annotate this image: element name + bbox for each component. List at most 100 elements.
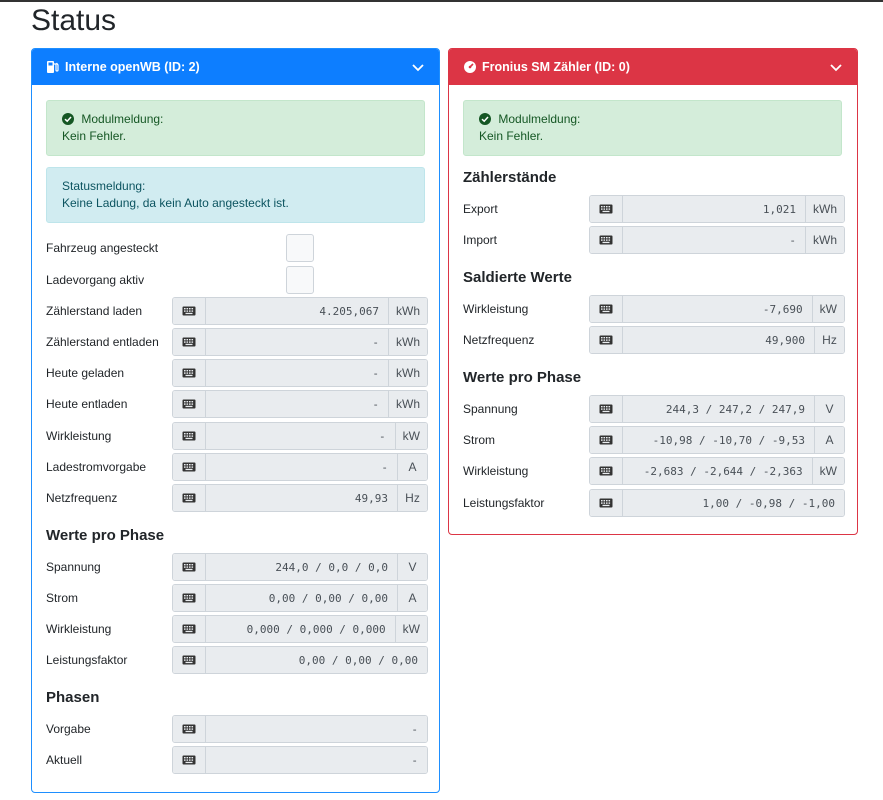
keyboard-icon bbox=[173, 360, 206, 386]
field-label: Aktuell bbox=[46, 753, 83, 767]
field-value: -2,683 / -2,644 / -2,363 bbox=[623, 458, 812, 484]
strom-field: -10,98 / -10,70 / -9,53 A bbox=[589, 426, 845, 454]
field-label: Wirkleistung bbox=[46, 622, 112, 636]
keyboard-icon bbox=[590, 196, 623, 222]
field-label: Ladevorgang aktiv bbox=[46, 273, 145, 287]
field-unit: kWh bbox=[388, 298, 427, 324]
row-vorgabe: Vorgabe bbox=[46, 715, 171, 743]
alert-text: Kein Fehler. bbox=[62, 129, 127, 143]
field-unit: A bbox=[397, 454, 427, 480]
field-value: 4.205,067 bbox=[206, 298, 388, 324]
row-leistungsfaktor: Leistungsfaktor bbox=[463, 489, 588, 517]
ladestromvorgabe-field: -A bbox=[172, 453, 428, 481]
netzfrequenz-field: 49,900 Hz bbox=[589, 326, 845, 354]
keyboard-icon bbox=[173, 747, 206, 773]
keyboard-icon bbox=[173, 454, 206, 480]
export-field: 1,021 kWh bbox=[589, 195, 845, 223]
strom-field: 0,00 / 0,00 / 0,00 A bbox=[172, 584, 428, 612]
field-value: - bbox=[206, 747, 427, 773]
keyboard-icon bbox=[173, 716, 206, 742]
section-heading-saldierte-werte: Saldierte Werte bbox=[463, 269, 572, 286]
keyboard-icon bbox=[590, 296, 623, 322]
row-export: Export bbox=[463, 195, 588, 223]
keyboard-icon bbox=[590, 490, 623, 516]
field-value: 1,00 / -0,98 / -1,00 bbox=[623, 490, 844, 516]
field-label: Spannung bbox=[463, 402, 518, 416]
row-strom: Strom bbox=[46, 584, 171, 612]
keyboard-icon bbox=[590, 427, 623, 453]
row-netzfrequenz: Netzfrequenz bbox=[46, 484, 171, 512]
chevron-down-icon[interactable] bbox=[829, 60, 843, 74]
field-unit: kWh bbox=[388, 329, 427, 355]
field-label: Strom bbox=[46, 591, 79, 605]
keyboard-icon bbox=[173, 585, 206, 611]
alert-modulmeldung: Modulmeldung: Kein Fehler. bbox=[463, 100, 842, 156]
ladevorgang-aktiv-checkbox[interactable] bbox=[286, 266, 314, 294]
row-ladestromvorgabe: Ladestromvorgabe bbox=[46, 453, 171, 481]
field-value: - bbox=[206, 423, 395, 449]
zaehlerstand-entladen-field: - kWh bbox=[172, 328, 428, 356]
fahrzeug-angesteckt-checkbox[interactable] bbox=[286, 234, 314, 262]
netzfrequenz-field: 49,93 Hz bbox=[172, 484, 428, 512]
field-label: Strom bbox=[463, 433, 496, 447]
row-zaehlerstand-entladen: Zählerstand entladen bbox=[46, 328, 171, 356]
chevron-down-icon[interactable] bbox=[411, 60, 425, 74]
keyboard-icon bbox=[173, 423, 206, 449]
field-value: - bbox=[206, 391, 388, 417]
field-label: Ladestromvorgabe bbox=[46, 460, 147, 474]
row-ladevorgang-aktiv: Ladevorgang aktiv bbox=[46, 266, 171, 294]
keyboard-icon bbox=[590, 327, 623, 353]
keyboard-icon bbox=[173, 485, 206, 511]
field-unit: kW bbox=[394, 616, 427, 642]
field-label: Zählerstand entladen bbox=[46, 335, 159, 349]
field-label: Heute geladen bbox=[46, 366, 125, 380]
field-label: Vorgabe bbox=[46, 722, 91, 736]
card-header-fronius[interactable]: Fronius SM Zähler (ID: 0) bbox=[449, 49, 857, 85]
field-label: Wirkleistung bbox=[463, 464, 529, 478]
field-unit: Hz bbox=[397, 485, 427, 511]
field-label: Wirkleistung bbox=[463, 302, 529, 316]
check-circle-icon bbox=[62, 113, 74, 125]
page-title: Status bbox=[31, 4, 117, 37]
row-wirkleistung-phase: Wirkleistung bbox=[463, 457, 588, 485]
row-heute-entladen: Heute entladen bbox=[46, 390, 171, 418]
row-spannung: Spannung bbox=[46, 553, 171, 581]
field-value: 1,021 bbox=[623, 196, 805, 222]
field-value: -10,98 / -10,70 / -9,53 bbox=[623, 427, 814, 453]
card-title: Interne openWB (ID: 2) bbox=[65, 60, 200, 74]
keyboard-icon bbox=[173, 616, 206, 642]
heute-entladen-field: - kWh bbox=[172, 390, 428, 418]
field-value: 244,3 / 247,2 / 247,9 bbox=[623, 396, 814, 422]
field-value: 0,00 / 0,00 / 0,00 bbox=[206, 585, 397, 611]
field-unit: kW bbox=[394, 423, 427, 449]
field-label: Export bbox=[463, 202, 498, 216]
spannung-field: 244,3 / 247,2 / 247,9 V bbox=[589, 395, 845, 423]
field-label: Fahrzeug angesteckt bbox=[46, 241, 159, 255]
field-label: Leistungsfaktor bbox=[463, 496, 545, 510]
field-value: 244,0 / 0,0 / 0,0 bbox=[206, 554, 397, 580]
field-unit: V bbox=[397, 554, 427, 580]
field-label: Import bbox=[463, 233, 498, 247]
card-title: Fronius SM Zähler (ID: 0) bbox=[482, 60, 630, 74]
field-value: - bbox=[206, 329, 388, 355]
alert-statusmeldung: Statusmeldung: Keine Ladung, da kein Aut… bbox=[46, 167, 425, 223]
row-strom: Strom bbox=[463, 426, 588, 454]
field-value: - bbox=[206, 454, 397, 480]
tachometer-icon bbox=[463, 60, 477, 74]
keyboard-icon bbox=[590, 396, 623, 422]
field-label: Zählerstand laden bbox=[46, 304, 143, 318]
field-label: Wirkleistung bbox=[46, 429, 112, 443]
row-spannung: Spannung bbox=[463, 395, 588, 423]
field-value: 0,00 / 0,00 / 0,00 bbox=[206, 647, 427, 673]
card-fronius-sm-zaehler: Fronius SM Zähler (ID: 0) Modulmeldung: … bbox=[448, 48, 858, 535]
wirkleistung-phase-field: 0,000 / 0,000 / 0,000 kW bbox=[172, 615, 428, 643]
row-heute-geladen: Heute geladen bbox=[46, 359, 171, 387]
field-value: 0,000 / 0,000 / 0,000 bbox=[206, 616, 395, 642]
row-wirkleistung: Wirkleistung bbox=[463, 295, 588, 323]
card-header-interne-openwb[interactable]: Interne openWB (ID: 2) bbox=[32, 49, 439, 85]
section-heading-werte-pro-phase: Werte pro Phase bbox=[46, 527, 165, 544]
section-heading-werte-pro-phase: Werte pro Phase bbox=[463, 369, 582, 386]
keyboard-icon bbox=[173, 647, 206, 673]
check-circle-icon bbox=[479, 113, 491, 125]
alert-text: Kein Fehler. bbox=[479, 129, 544, 143]
